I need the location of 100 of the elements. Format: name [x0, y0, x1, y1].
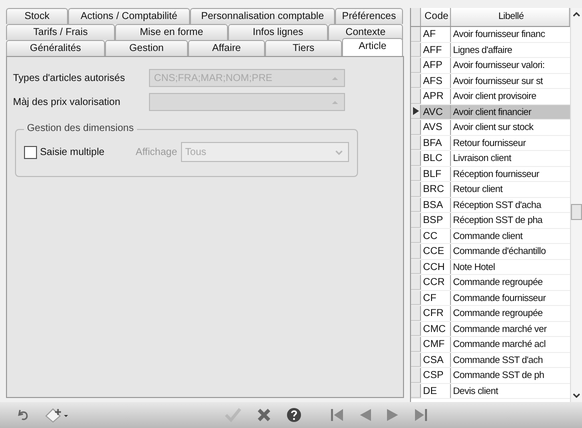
first-icon — [330, 407, 344, 423]
close-icon — [256, 407, 272, 423]
table-row[interactable]: AVS Avoir client sur stock — [411, 120, 570, 136]
field-label: Types d'articles autorisés — [13, 72, 126, 84]
scrollbar[interactable] — [570, 8, 582, 402]
table-cell: CCR — [421, 275, 451, 290]
last-icon — [414, 407, 428, 423]
table-cell-text: Devis client — [452, 384, 500, 398]
table-cell-text: Commande SST de ph — [452, 369, 546, 382]
table-row[interactable]: CMF Commande marché acl — [411, 337, 570, 352]
table-cell: BSA — [421, 198, 451, 212]
tab[interactable]: Préférences — [335, 8, 403, 24]
tab[interactable]: Généralités — [6, 40, 105, 56]
next-icon — [386, 407, 400, 423]
table-cell-text: Commande d'échantillo — [452, 245, 547, 258]
table-cell: CFR — [421, 306, 451, 320]
table-row[interactable]: AF Avoir fournisseur financ — [411, 27, 570, 42]
table-cell-text: Lignes d'affaire — [452, 44, 514, 57]
table-cell: AFF — [421, 42, 451, 57]
tab[interactable]: Tarifs / Frais — [6, 24, 115, 40]
table-cell-text: Retour client — [452, 183, 504, 196]
table-row[interactable]: CSA Commande SST d'ach — [411, 352, 570, 368]
table-cell-text: Réception SST de pha — [452, 214, 544, 228]
table-cell-text: Commande regroupée — [452, 276, 544, 290]
table-row[interactable]: BLF Réception fournisseur — [411, 166, 570, 182]
table-row[interactable]: DE Devis client — [411, 384, 570, 399]
tab[interactable]: Affaire — [188, 40, 265, 56]
table-cell-text: Avoir client sur stock — [452, 121, 534, 134]
table-cell: CC — [421, 228, 451, 243]
table-cell-text: Réception fournisseur — [452, 168, 540, 181]
tab[interactable]: Infos lignes — [228, 24, 328, 40]
column-header[interactable]: Code — [421, 8, 451, 26]
table-cell: BFA — [421, 136, 451, 150]
caret-icon — [335, 150, 343, 154]
table-row[interactable]: CCH Note Hotel — [411, 260, 570, 275]
tab[interactable]: Gestion — [105, 40, 188, 56]
table-cell: CCE — [421, 244, 451, 258]
check-icon — [224, 407, 242, 423]
table-cell: CSP — [421, 368, 451, 382]
previous-icon — [358, 407, 372, 423]
table-cell-text: Commande regroupée — [452, 307, 544, 320]
table-row[interactable]: BLC Livraison client — [411, 151, 570, 166]
table-row[interactable]: AVC Avoir client financier — [411, 104, 570, 120]
table-row[interactable]: CCE Commande d'échantillo — [411, 244, 570, 260]
table-cell: CMC — [421, 322, 451, 336]
tab[interactable]: Personnalisation comptable — [190, 8, 335, 24]
table-row[interactable]: BSP Réception SST de pha — [411, 213, 570, 228]
table-cell-text: Livraison client — [452, 152, 512, 166]
table-row[interactable]: CMC Commande marché ver — [411, 322, 570, 337]
table-cell: AVC — [421, 104, 451, 119]
table-cell-text: Avoir client provisoire — [452, 90, 538, 104]
table-cell: CCH — [421, 260, 451, 274]
table-cell-text: Commande fournisseur — [452, 292, 547, 305]
table-cell: DE — [421, 384, 451, 398]
table-cell: APR — [421, 89, 451, 104]
tab[interactable]: Tiers — [265, 40, 342, 56]
table-cell: CMF — [421, 337, 451, 352]
table-row[interactable]: CC Commande client — [411, 228, 570, 244]
row-pointer-icon — [412, 107, 418, 116]
tab[interactable]: Stock — [6, 8, 68, 24]
scroll-thumb[interactable] — [571, 204, 582, 220]
table-row[interactable]: BFA Retour fournisseur — [411, 136, 570, 151]
table-cell-text: Note Hotel — [452, 260, 496, 274]
table-cell: BLF — [421, 166, 451, 181]
table-cell: BLC — [421, 151, 451, 166]
table-cell-text: Commande marché ver — [452, 322, 548, 336]
table-cell-text: Commande client — [452, 230, 524, 243]
tab[interactable]: Article — [342, 38, 403, 56]
table-cell-text: Commande marché acl — [452, 338, 547, 352]
table-cell-text: Commande SST d'ach — [452, 354, 544, 367]
table-cell: CSA — [421, 352, 451, 367]
table-row[interactable]: CSP Commande SST de ph — [411, 368, 570, 384]
table-cell-text: Retour fournisseur — [452, 136, 527, 150]
add-icon — [44, 407, 70, 423]
table-row[interactable]: BSA Réception SST d'acha — [411, 198, 570, 213]
tab[interactable]: Mise en forme — [115, 24, 228, 40]
tab[interactable]: Actions / Comptabilité — [68, 8, 190, 24]
table-row[interactable]: AFF Lignes d'affaire — [411, 42, 570, 58]
undo-icon — [16, 407, 30, 423]
checkbox[interactable]: Saisie multiple — [24, 146, 136, 158]
table-row[interactable]: AFP Avoir fournisseur valori: — [411, 58, 570, 74]
table-cell: AF — [421, 27, 451, 42]
row-selector[interactable] — [411, 104, 421, 119]
table-row[interactable]: BRC Retour client — [411, 182, 570, 198]
table-cell: AFS — [421, 74, 451, 88]
field-label: Affichage — [136, 146, 178, 158]
table-row[interactable]: CCR Commande regroupée — [411, 275, 570, 290]
table-cell: Avoir client financier — [451, 104, 570, 119]
table-row[interactable]: AFS Avoir fournisseur sur st — [411, 74, 570, 89]
table-cell: BSP — [421, 213, 451, 228]
table-cell-text: Avoir fournisseur sur st — [452, 74, 544, 88]
table-cell: BRC — [421, 182, 451, 196]
field-label: Màj des prix valorisation — [13, 96, 122, 108]
help-icon — [286, 407, 302, 423]
table-row[interactable]: CF Commande fournisseur — [411, 290, 570, 306]
table-cell-text: Avoir fournisseur valori: — [452, 59, 546, 72]
table-cell-text: Réception SST d'acha — [452, 198, 542, 212]
header-corner — [411, 8, 421, 26]
table-row[interactable]: CFR Commande regroupée — [411, 306, 570, 322]
tab[interactable]: Contexte — [328, 24, 403, 40]
